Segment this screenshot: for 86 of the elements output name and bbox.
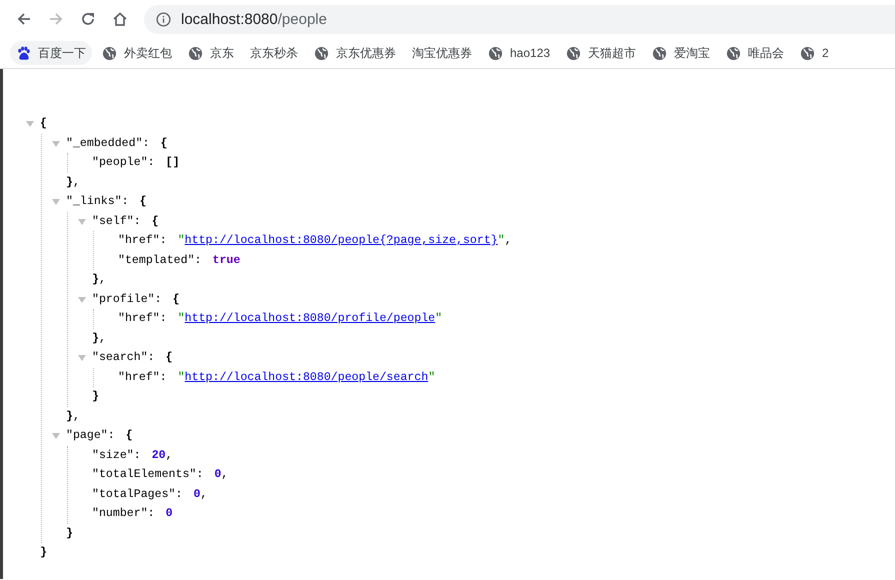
collapse-triangle-icon[interactable] [52,198,60,206]
globe-icon [566,46,582,60]
globe-icon [102,46,117,60]
url-link[interactable]: http://localhost:8080/profile/people [184,312,436,326]
url-text: localhost:8080/people [181,10,327,28]
bracket: { [140,195,147,208]
bookmark-item[interactable]: 淘宝优惠券 [406,41,478,65]
paw-icon [16,46,31,60]
number-value: 0 [214,468,222,482]
bracket: } [66,176,73,189]
bookmark-item[interactable]: 爱淘宝 [646,41,716,65]
bookmark-item[interactable]: 京东秒杀 [244,41,304,65]
url-link[interactable]: http://localhost:8080/people/search [184,370,428,384]
collapse-triangle-icon[interactable] [78,354,86,362]
json-key: "templated": [118,254,202,267]
collapse-triangle-icon[interactable] [78,218,86,226]
bookmark-item[interactable]: 外卖红包 [96,41,178,65]
bracket: { [152,214,159,228]
globe-icon [726,46,742,60]
json-key: "_links": [66,195,129,208]
punctuation: , [72,176,80,189]
address-bar[interactable]: localhost:8080/people [144,4,895,34]
collapse-triangle-icon[interactable] [78,296,86,304]
json-key: "number": [92,507,155,520]
quote-mark: " [178,234,185,248]
json-key: "totalPages": [92,488,182,501]
bracket: { [172,292,180,306]
quote-mark: " [428,370,436,384]
bracket: } [66,410,73,423]
json-key: "profile": [92,292,162,306]
bracket: { [126,429,133,442]
boolean-value: true [212,254,240,267]
globe-icon [188,46,203,60]
bracket: } [92,273,99,286]
bracket: { [166,351,173,364]
url-link[interactable]: http://localhost:8080/people{?page,size,sort} [184,234,498,248]
bookmark-item[interactable]: 天猫超市 [560,41,642,65]
bookmark-item[interactable]: hao123 [482,41,556,65]
json-key: "_embedded": [66,136,150,150]
info-icon[interactable] [156,12,171,26]
punctuation: , [200,488,208,501]
quote-mark: " [498,234,505,248]
collapse-triangle-icon[interactable] [52,140,60,148]
json-key: "size": [92,448,141,462]
back-arrow-icon [16,11,32,27]
bracket: } [92,390,99,404]
json-key: "search": [92,351,155,364]
json-key: "page": [66,429,115,442]
punctuation: , [166,448,173,462]
punctuation: , [504,234,512,248]
globe-icon [652,46,668,60]
quote-mark: " [178,312,185,326]
punctuation: , [221,468,228,482]
bracket: [] [166,156,180,170]
punctuation: , [98,273,106,286]
json-key: "href": [118,370,167,384]
number-value: 0 [193,488,200,501]
bracket: } [40,546,47,560]
bookmark-item[interactable]: 唯品会 [720,41,790,65]
number-value: 0 [166,507,173,520]
json-key: "self": [92,214,141,228]
quote-mark: " [178,370,185,384]
bookmark-item[interactable]: 京东 [182,41,240,65]
globe-icon [314,46,329,60]
home-icon [112,11,128,27]
globe-icon [800,46,816,60]
json-key: "people": [92,156,155,170]
reload-icon [80,11,96,27]
quote-mark: " [435,312,442,326]
number-value: 20 [152,448,166,462]
punctuation: , [72,410,80,423]
bracket: { [40,117,47,130]
collapse-triangle-icon[interactable] [26,120,34,128]
json-key: "href": [118,312,167,326]
bookmark-item[interactable]: 百度一下 [10,41,92,65]
bracket: } [66,526,73,540]
bookmark-item[interactable]: 京东优惠券 [308,41,402,65]
collapse-triangle-icon[interactable] [52,432,60,440]
bracket: } [92,332,99,345]
globe-icon [488,46,503,60]
forward-arrow-icon [48,11,64,27]
bookmark-item[interactable]: 2 [794,41,835,65]
json-key: "href": [118,234,167,248]
json-key: "totalElements": [92,468,204,482]
punctuation: , [98,332,106,345]
bracket: { [160,136,168,150]
